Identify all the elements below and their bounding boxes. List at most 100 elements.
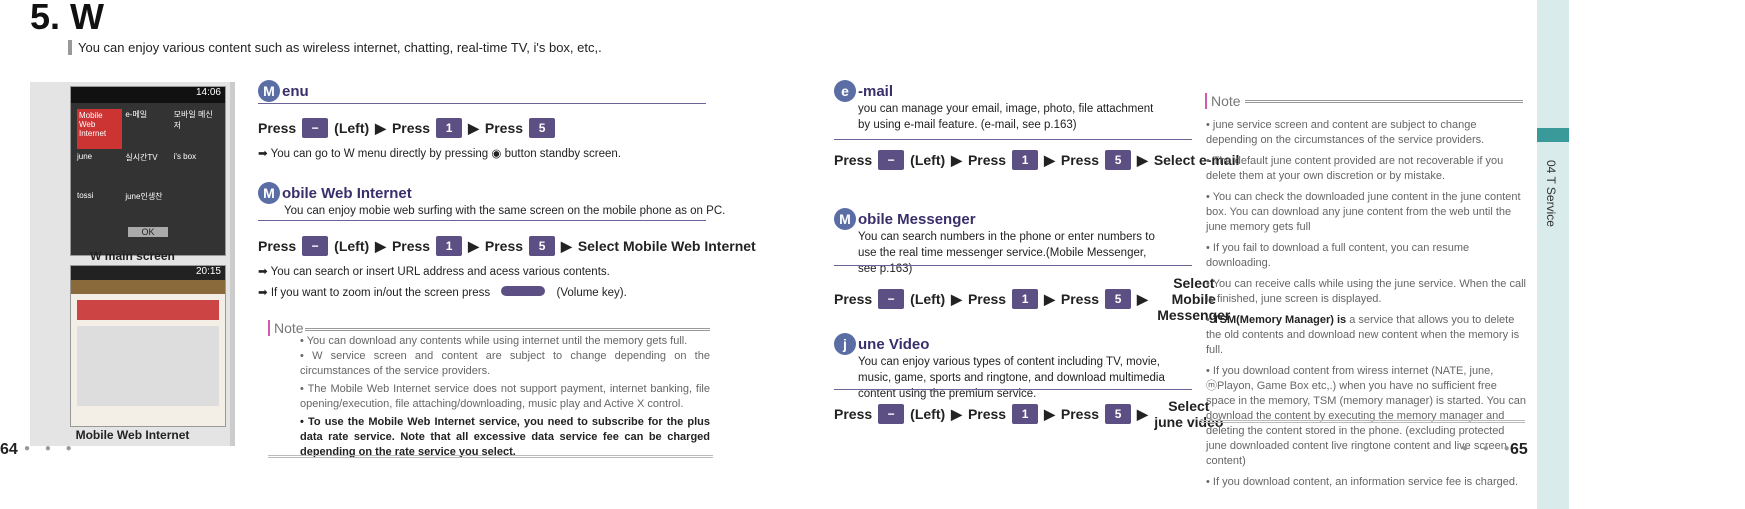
press-label: Press (834, 152, 873, 168)
menu-tile: 모바일 메신저 (173, 110, 213, 130)
menu-heading: Menu (258, 80, 309, 102)
main-screen-caption: W main screen (90, 249, 175, 263)
note-item: • You can receive calls while using the … (1206, 278, 1526, 305)
note-list: • You can download any contents while us… (300, 334, 710, 460)
intro-text: You can enjoy various content such as wi… (68, 40, 602, 55)
key-5-icon: 5 (529, 236, 556, 256)
section-desc: You can search numbers in the phone or e… (858, 231, 1155, 275)
press-label: Press (967, 291, 1007, 307)
left-softkey-icon: − (878, 289, 905, 309)
web-screen-caption: Mobile Web Internet (75, 428, 190, 442)
note-text: You can receive calls while using the ju… (1206, 278, 1526, 305)
key-5-icon: 5 (1105, 289, 1132, 309)
section-title: enu (282, 82, 309, 100)
note-list: • june service screen and content are su… (1206, 118, 1526, 490)
note-text: To use the Mobile Web Internet service, … (300, 416, 710, 458)
page-dots: ● ● ● (1462, 443, 1516, 454)
menu-tile: i's box (173, 152, 197, 161)
press-label: Press (391, 120, 431, 136)
note-item: • You can download any contents while us… (300, 335, 688, 347)
volume-key-icon (501, 286, 546, 296)
section-title: une Video (858, 335, 930, 353)
divider (834, 389, 1192, 390)
mobile-web-heading: Mobile Web Internet (258, 182, 412, 204)
key-1-icon: 1 (1012, 289, 1039, 309)
tip-text: You can search or insert URL address and… (270, 266, 610, 278)
section-badge: j (834, 333, 856, 355)
note-item: • june service screen and content are su… (1206, 119, 1485, 146)
web-tip: ➡ You can search or insert URL address a… (258, 266, 610, 278)
menu-press-sequence: Press − (Left) ▶ Press 1 ▶ Press 5 (258, 118, 556, 138)
left-softkey-icon: − (878, 404, 905, 424)
note-item: • W service screen and content are subje… (300, 350, 710, 377)
section-desc: You can enjoy mobie web surfing with the… (284, 205, 726, 217)
key-5-icon: 5 (1105, 404, 1132, 424)
divider (258, 103, 706, 104)
note-item: • If you download content, an informatio… (1206, 476, 1519, 488)
note-text: The default june content provided are no… (1206, 155, 1504, 182)
section-title: obile Messenger (858, 210, 976, 228)
note-text: You can download any contents while usin… (306, 335, 688, 347)
key-1-icon: 1 (1012, 404, 1039, 424)
note-text: If you fail to download a full content, … (1206, 242, 1470, 269)
note-item: • To use the Mobile Web Internet service… (300, 416, 710, 458)
press-label: Press (834, 406, 873, 422)
press-label: Press (1060, 152, 1100, 168)
note-item: • TSM(Memory Manager) is a service that … (1206, 314, 1520, 356)
section-badge: M (834, 208, 856, 230)
menu-tile: june인생찬 (125, 192, 163, 201)
page-number-left: 64 (0, 441, 18, 458)
screenshot-panel: 14:06 Mobile Web Internet e-메일 모바일 메신저 j… (30, 82, 235, 446)
press-label: Press (1060, 406, 1100, 422)
key-label: (Left) (910, 152, 946, 168)
menu-tile: 실시간TV (125, 153, 158, 162)
key-5-icon: 5 (529, 118, 556, 138)
mobile-web-screen-image: 20:15 (70, 265, 226, 427)
key-5-icon: 5 (1105, 150, 1132, 170)
left-softkey-icon: − (302, 118, 329, 138)
chapter-marker (1537, 128, 1569, 142)
tip-text: You can go to W menu directly by pressin… (270, 148, 489, 160)
note-item: • If you fail to download a full content… (1206, 242, 1470, 269)
web-press-sequence: Press − (Left) ▶ Press 1 ▶ Press 5 ▶ Select Mobile… (258, 236, 756, 256)
left-softkey-icon: − (302, 236, 329, 256)
status-time: 20:15 (71, 266, 225, 280)
key-label: (Left) (334, 120, 370, 136)
chapter-side-tab (1537, 0, 1569, 509)
june-heading: j une Video (834, 333, 929, 355)
menu-tip: ➡ You can go to W menu directly by press… (258, 148, 621, 160)
menu-tile: Mobile Web Internet (77, 109, 123, 149)
note-text: The Mobile Web Internet service does not… (300, 383, 710, 410)
section-badge: M (258, 182, 280, 204)
key-label: (Left) (910, 291, 946, 307)
section-title: -mail (858, 82, 894, 100)
note-item: • The Mobile Web Internet service does n… (300, 383, 710, 410)
press-label: Press (484, 120, 524, 136)
note-text: You can check the downloaded june conten… (1206, 191, 1521, 233)
divider (1245, 100, 1523, 103)
page-dots: ● ● ● (24, 443, 78, 454)
page-title: 5. W (30, 0, 105, 37)
section-title: obile Web Internet (282, 184, 412, 202)
left-softkey-icon: − (878, 150, 905, 170)
press-label: Press (258, 238, 297, 254)
w-main-screen-image: 14:06 Mobile Web Internet e-메일 모바일 메신저 j… (70, 86, 226, 256)
press-label: Press (1060, 291, 1100, 307)
status-time: 14:06 (71, 87, 225, 103)
section-desc: You can enjoy various types of content i… (858, 356, 1165, 400)
tip-text: If you want to zoom in/out the screen pr… (270, 287, 491, 299)
note-bold: TSM(Memory Manager) is (1212, 314, 1347, 326)
email-heading: e -mail (834, 80, 893, 102)
key-1-icon: 1 (1012, 150, 1039, 170)
tip-text: button standby screen. (504, 148, 621, 160)
page-number-right: 65 (1510, 441, 1528, 458)
note-label: Note (1205, 93, 1241, 109)
key-label: (Left) (334, 238, 370, 254)
menu-tile: tossi (77, 191, 94, 200)
w-button-icon: ◉ (491, 148, 502, 160)
divider (305, 328, 710, 331)
note-text: june service screen and content are subj… (1206, 119, 1485, 146)
messenger-heading: Mobile Messenger (834, 208, 976, 230)
chapter-label: 04 T Service (1544, 160, 1558, 227)
email-press-sequence: Press − (Left) ▶ Press 1 ▶ Press 5 ▶ Select e-mail (834, 150, 1240, 170)
